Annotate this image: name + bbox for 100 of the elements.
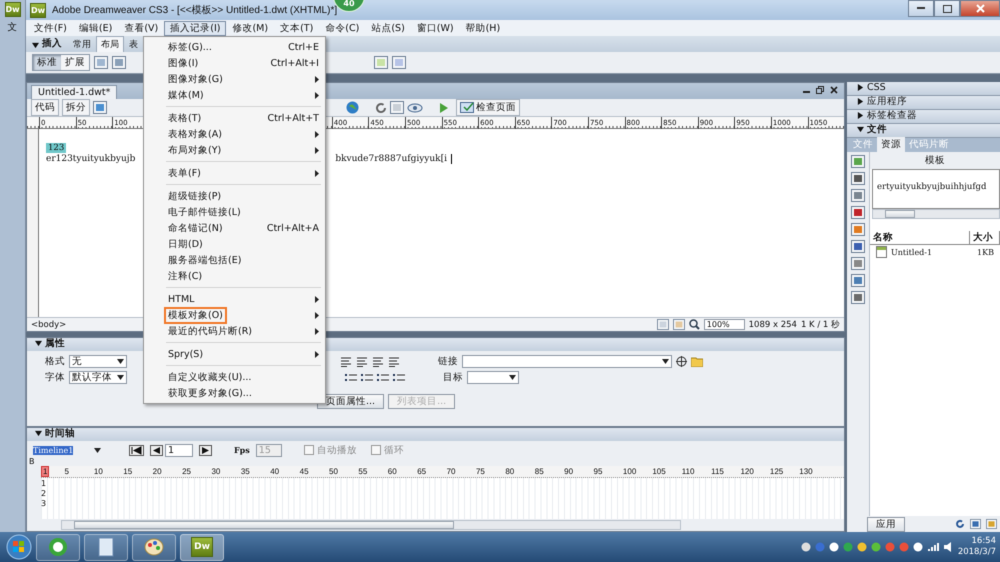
- menu-item[interactable]: 图像(I) Ctrl+Alt+I: [144, 55, 325, 71]
- apply-button[interactable]: 应用: [867, 516, 905, 532]
- frame-number: 20: [152, 467, 163, 476]
- app-icon: Dw: [191, 537, 213, 557]
- menu-item[interactable]: 模板对象(O): [144, 307, 325, 323]
- field-label: 链接: [438, 355, 458, 368]
- menu-item[interactable]: 命令(C): [319, 20, 366, 36]
- tab[interactable]: 表: [124, 36, 143, 52]
- body-text: er123tyuityukbyujb: [46, 154, 136, 164]
- menu-item[interactable]: 电子邮件链接(L): [144, 204, 325, 220]
- app-icon: Dw: [4, 2, 20, 17]
- menu-item[interactable]: 帮助(H): [460, 20, 506, 36]
- view-button[interactable]: 拆分: [62, 99, 90, 116]
- menu-item[interactable]: 命名锚记(N) Ctrl+Alt+A: [144, 220, 325, 236]
- menu-item[interactable]: 文件(F): [28, 20, 73, 36]
- frame-number: 70: [446, 467, 456, 476]
- tab[interactable]: 资源: [877, 137, 905, 152]
- format-select[interactable]: 无: [69, 355, 127, 368]
- frame-number: 5: [64, 467, 70, 476]
- window-size[interactable]: 1089 x 254: [748, 320, 797, 330]
- menu-item[interactable]: 日期(D): [144, 236, 325, 252]
- panel-title: 插入: [42, 37, 63, 51]
- menu-item[interactable]: 图像对象(G): [144, 71, 325, 87]
- frame-number: 25: [182, 467, 192, 476]
- dialog-button[interactable]: 页面属性...: [317, 394, 384, 409]
- menu-item[interactable]: 插入记录(I): [164, 20, 226, 36]
- panel-title[interactable]: 文件: [867, 123, 893, 138]
- tab[interactable]: 常用: [68, 36, 96, 52]
- menu-item[interactable]: 布局对象(Y): [144, 142, 325, 158]
- checkbox-label: 自动播放: [316, 444, 357, 456]
- template-preview: ertyuityukbyujbuihhjufgd: [872, 169, 1000, 209]
- frame-number: 45: [300, 467, 310, 476]
- panel-title[interactable]: CSS: [867, 82, 892, 95]
- menu-item[interactable]: 表单(F): [144, 165, 325, 181]
- frame-number: 50: [329, 467, 339, 476]
- frame-number: 75: [476, 467, 486, 476]
- zoom-field[interactable]: 100%: [704, 319, 745, 330]
- frame-number: 65: [417, 467, 428, 476]
- menu-item[interactable]: 编辑(E): [72, 20, 118, 36]
- frame-number: 30: [211, 467, 222, 476]
- frame-number: 120: [740, 467, 755, 476]
- check-page-button[interactable]: 检查页面: [456, 99, 520, 116]
- view-button[interactable]: 代码: [31, 99, 59, 116]
- mode-button[interactable]: 扩展: [61, 55, 89, 70]
- menu-item[interactable]: Spry(S): [144, 346, 325, 362]
- timeline-select[interactable]: Timeline1: [31, 444, 103, 456]
- menu-item[interactable]: 自定义收藏夹(U)...: [144, 369, 325, 385]
- frame-number: 40: [270, 467, 280, 476]
- frame-number: 100: [622, 467, 638, 476]
- checkbox-label: 循环: [384, 444, 404, 456]
- channel-number: 1: [41, 478, 46, 488]
- menu-item[interactable]: 文: [8, 21, 18, 34]
- body-text: bkvude7r8887ufgiyyuk[i: [335, 154, 448, 164]
- frame-number: 35: [240, 467, 251, 476]
- frame-number: 110: [682, 467, 696, 476]
- playhead[interactable]: 1: [41, 466, 50, 477]
- frame-number: 85: [534, 467, 545, 476]
- clock-date[interactable]: 2018/3/7: [958, 547, 996, 558]
- clock-time[interactable]: 16:54: [972, 536, 996, 547]
- menu-item[interactable]: 最近的代码片断(R): [144, 323, 325, 339]
- menu-item[interactable]: 表格(T) Ctrl+Alt+T: [144, 110, 325, 126]
- frame-field[interactable]: 1: [165, 444, 193, 456]
- tab[interactable]: 布局: [96, 36, 124, 52]
- menu-item[interactable]: 表格对象(A): [144, 126, 325, 142]
- field-label: 格式: [45, 355, 65, 368]
- menu-item[interactable]: 修改(M): [226, 20, 274, 36]
- panel-title: 属性: [45, 337, 66, 351]
- frame-number: 80: [505, 467, 516, 476]
- channel-number: 2: [41, 488, 46, 498]
- menu-item[interactable]: HTML: [144, 291, 325, 307]
- menu-item[interactable]: 媒体(M): [144, 87, 325, 103]
- frame-number: 95: [594, 467, 604, 476]
- frame-number: 90: [564, 467, 574, 476]
- menu-item[interactable]: 注释(C): [144, 268, 325, 284]
- frame-number: 130: [799, 467, 814, 476]
- menu-item[interactable]: 窗口(W): [410, 20, 460, 36]
- field-label: 目标: [443, 371, 463, 384]
- file-name[interactable]: Untitled-1: [891, 248, 974, 256]
- frame-number: 60: [388, 467, 398, 476]
- behavior-channel-label: B: [29, 457, 36, 466]
- file-size: 1KB: [977, 248, 994, 256]
- frame-number: 15: [123, 467, 134, 476]
- field-label: 字体: [45, 371, 65, 384]
- frame-number: 55: [358, 467, 368, 476]
- font-select[interactable]: 默认字体: [69, 371, 127, 384]
- menu-item[interactable]: 查看(V): [118, 20, 164, 36]
- menu-item[interactable]: 服务器端包括(E): [144, 252, 325, 268]
- tag-selector[interactable]: <body>: [31, 320, 66, 330]
- frame-number: 105: [652, 467, 667, 476]
- column-header[interactable]: 大小: [970, 231, 1000, 244]
- menu-item[interactable]: 标签(G)... Ctrl+E: [144, 39, 325, 55]
- download-time: 1 K / 1 秒: [800, 318, 840, 330]
- document-tab[interactable]: Untitled-1.dwt*: [31, 85, 118, 99]
- column-header[interactable]: 名称: [870, 231, 970, 244]
- mode-button[interactable]: 标准: [33, 55, 61, 70]
- menu-item[interactable]: 站点(S): [365, 20, 411, 36]
- channel-number: 3: [41, 498, 46, 508]
- panel-title: 时间轴: [45, 427, 76, 441]
- menu-item[interactable]: 超级链接(P): [144, 188, 325, 204]
- menu-item[interactable]: 文本(T): [274, 20, 320, 36]
